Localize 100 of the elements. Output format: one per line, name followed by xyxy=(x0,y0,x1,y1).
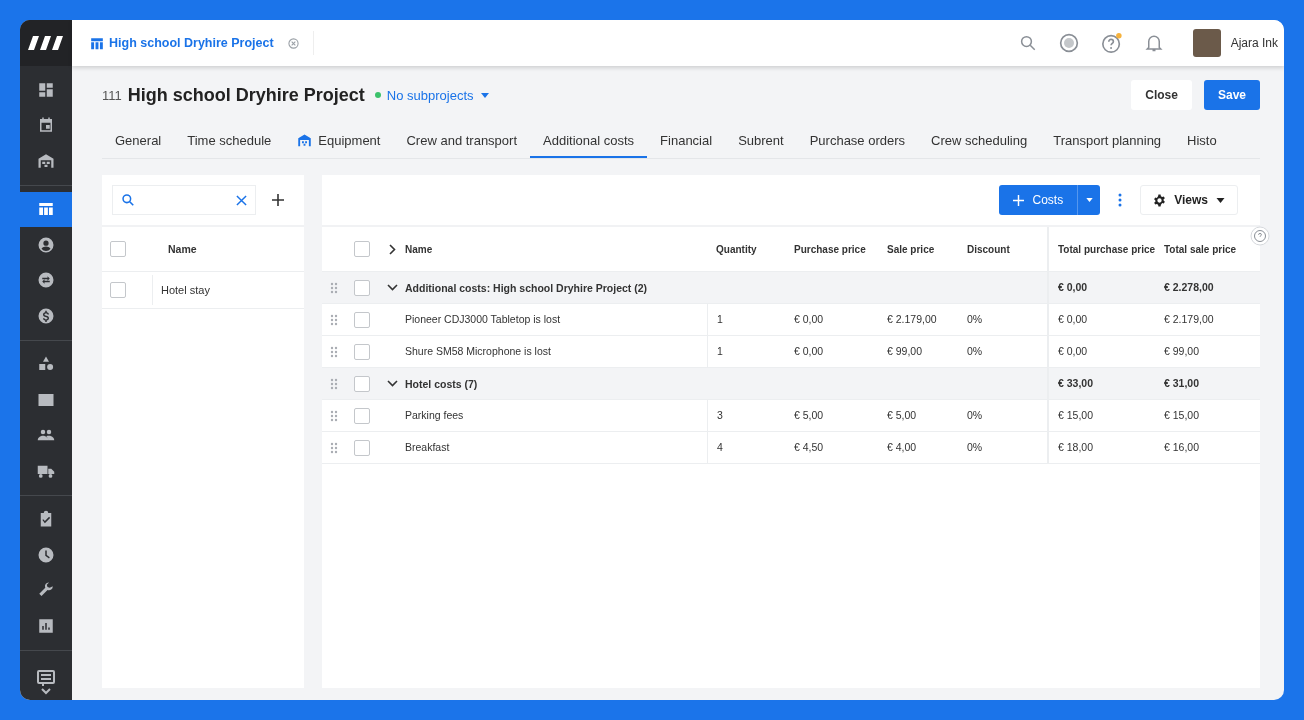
dollar-icon xyxy=(37,306,55,325)
project-tab[interactable]: High school Dryhire Project xyxy=(90,36,274,50)
table-icon xyxy=(90,36,104,50)
search-field[interactable] xyxy=(112,185,256,215)
close-icon[interactable] xyxy=(287,37,299,49)
user-name[interactable]: Ajara Ink xyxy=(1230,36,1278,50)
table-cell-text: € 16,00 xyxy=(1163,440,1201,455)
search-icon[interactable] xyxy=(1018,34,1037,52)
table-cell: € 0,00 xyxy=(1047,304,1155,335)
table-cell: € 33,00 xyxy=(1047,368,1155,399)
table-cell-text: € 99,00 xyxy=(1163,344,1201,359)
drag-handle-icon[interactable] xyxy=(329,377,338,390)
table-cell: € 18,00 xyxy=(1047,432,1155,463)
column-header[interactable]: Discount xyxy=(958,243,1047,255)
table-cell-text: € 2.179,00 xyxy=(1163,312,1215,327)
checkbox[interactable] xyxy=(354,311,370,328)
drag-handle-icon[interactable] xyxy=(329,345,338,358)
checkbox[interactable] xyxy=(354,375,370,392)
checkbox[interactable] xyxy=(354,343,370,360)
checkbox[interactable] xyxy=(110,241,126,257)
chat-icon[interactable] xyxy=(37,670,55,696)
tab[interactable]: Equipment xyxy=(284,124,394,158)
checkbox[interactable] xyxy=(354,439,370,456)
table-cell-text: € 2.278,00 xyxy=(1163,280,1215,295)
clock-icon xyxy=(37,545,55,564)
column-header[interactable]: Quantity xyxy=(707,243,785,255)
table-cell-text: € 99,00 xyxy=(886,344,924,359)
column-header[interactable]: Purchase price xyxy=(785,243,878,255)
caret-icon xyxy=(480,92,489,98)
gear-icon xyxy=(1153,193,1167,207)
tab[interactable]: Time schedule xyxy=(174,124,285,158)
close-button[interactable]: Close xyxy=(1131,80,1192,110)
table-cell-text: Pioneer CDJ3000 Tabletop is lost xyxy=(405,312,562,327)
tab[interactable]: Purchase orders xyxy=(796,124,919,158)
column-header[interactable]: Name xyxy=(168,243,197,255)
table-cell-text: € 0,00 xyxy=(793,344,825,359)
chevron-right-icon[interactable] xyxy=(389,243,396,255)
table-cell-text: Breakfast xyxy=(405,440,451,455)
drag-handle-icon[interactable] xyxy=(329,441,338,454)
table-cell-text: € 0,00 xyxy=(793,312,825,327)
tab[interactable]: Histo xyxy=(1174,124,1230,158)
drag-handle-icon[interactable] xyxy=(329,313,338,326)
table-cell-text: € 5,00 xyxy=(886,408,918,423)
bell-icon[interactable] xyxy=(1144,33,1163,53)
plus-icon xyxy=(1012,194,1024,206)
drag-handle-icon[interactable] xyxy=(329,409,338,422)
chart-icon xyxy=(37,616,55,635)
column-header[interactable]: Sale price xyxy=(878,243,958,255)
column-header[interactable]: Name xyxy=(405,243,707,255)
project-number: 111 xyxy=(102,87,122,103)
sidebar-item[interactable] xyxy=(20,191,72,227)
avatar-placeholder[interactable] xyxy=(1192,29,1221,57)
help-icon[interactable] xyxy=(1100,32,1123,54)
list-item[interactable]: Hotel stay xyxy=(152,275,210,305)
tab[interactable]: Crew and transport xyxy=(393,124,531,158)
views-button[interactable]: Views xyxy=(1140,185,1238,215)
group-name: Hotel costs (7) xyxy=(405,377,479,390)
checkbox[interactable] xyxy=(354,241,370,257)
dashboard-icon xyxy=(37,80,55,99)
table-cell-text: € 31,00 xyxy=(1163,376,1201,391)
table-cell-text: € 4,00 xyxy=(886,440,918,455)
table-cell: 3 xyxy=(707,400,785,431)
tab[interactable]: Transport planning xyxy=(1040,124,1175,158)
column-header[interactable]: Total sale price xyxy=(1155,243,1260,255)
table-cell: 4 xyxy=(707,432,785,463)
table-cell: 1 xyxy=(707,304,785,335)
drag-handle-icon[interactable] xyxy=(329,281,338,294)
add-icon[interactable] xyxy=(272,194,284,206)
checkbox[interactable] xyxy=(354,279,370,296)
checkbox[interactable] xyxy=(354,407,370,424)
chevron-down-icon[interactable] xyxy=(387,284,398,291)
save-button[interactable]: Save xyxy=(1203,80,1260,110)
table-cell: € 15,00 xyxy=(1047,400,1155,431)
table-cell-text: 0% xyxy=(966,408,984,423)
search-icon xyxy=(121,193,135,207)
contrast-icon[interactable] xyxy=(1058,33,1079,53)
subprojects-dropdown[interactable]: No subprojects xyxy=(386,87,489,103)
add-costs-button[interactable]: Costs xyxy=(998,185,1078,215)
tab[interactable]: General xyxy=(102,124,175,158)
tab[interactable]: Crew scheduling xyxy=(918,124,1041,158)
calendar-icon xyxy=(37,116,55,135)
table-cell-text: € 4,50 xyxy=(793,440,825,455)
tab[interactable]: Additional costs xyxy=(530,124,648,158)
tab[interactable]: Subrent xyxy=(725,124,797,158)
swap-icon xyxy=(37,271,55,290)
table-cell-text: € 2.179,00 xyxy=(886,312,938,327)
checkbox[interactable] xyxy=(110,282,126,298)
table-cell-text: Shure SM58 Microphone is lost xyxy=(405,344,552,359)
more-icon[interactable] xyxy=(1118,193,1123,207)
caret-icon xyxy=(1216,197,1225,203)
tab[interactable]: Financial xyxy=(647,124,726,158)
clear-icon[interactable] xyxy=(236,194,247,206)
group-name: Additional costs: High school Dryhire Project (2) xyxy=(405,281,649,294)
dropdown-button[interactable] xyxy=(1077,185,1101,215)
table-cell-text: € 5,00 xyxy=(793,408,825,423)
project-title: High school Dryhire Project xyxy=(127,84,365,106)
chevron-down-icon[interactable] xyxy=(387,380,398,387)
table-cell: 1 xyxy=(707,336,785,367)
table-cell-text: € 15,00 xyxy=(1163,408,1201,423)
person-icon xyxy=(37,235,55,254)
